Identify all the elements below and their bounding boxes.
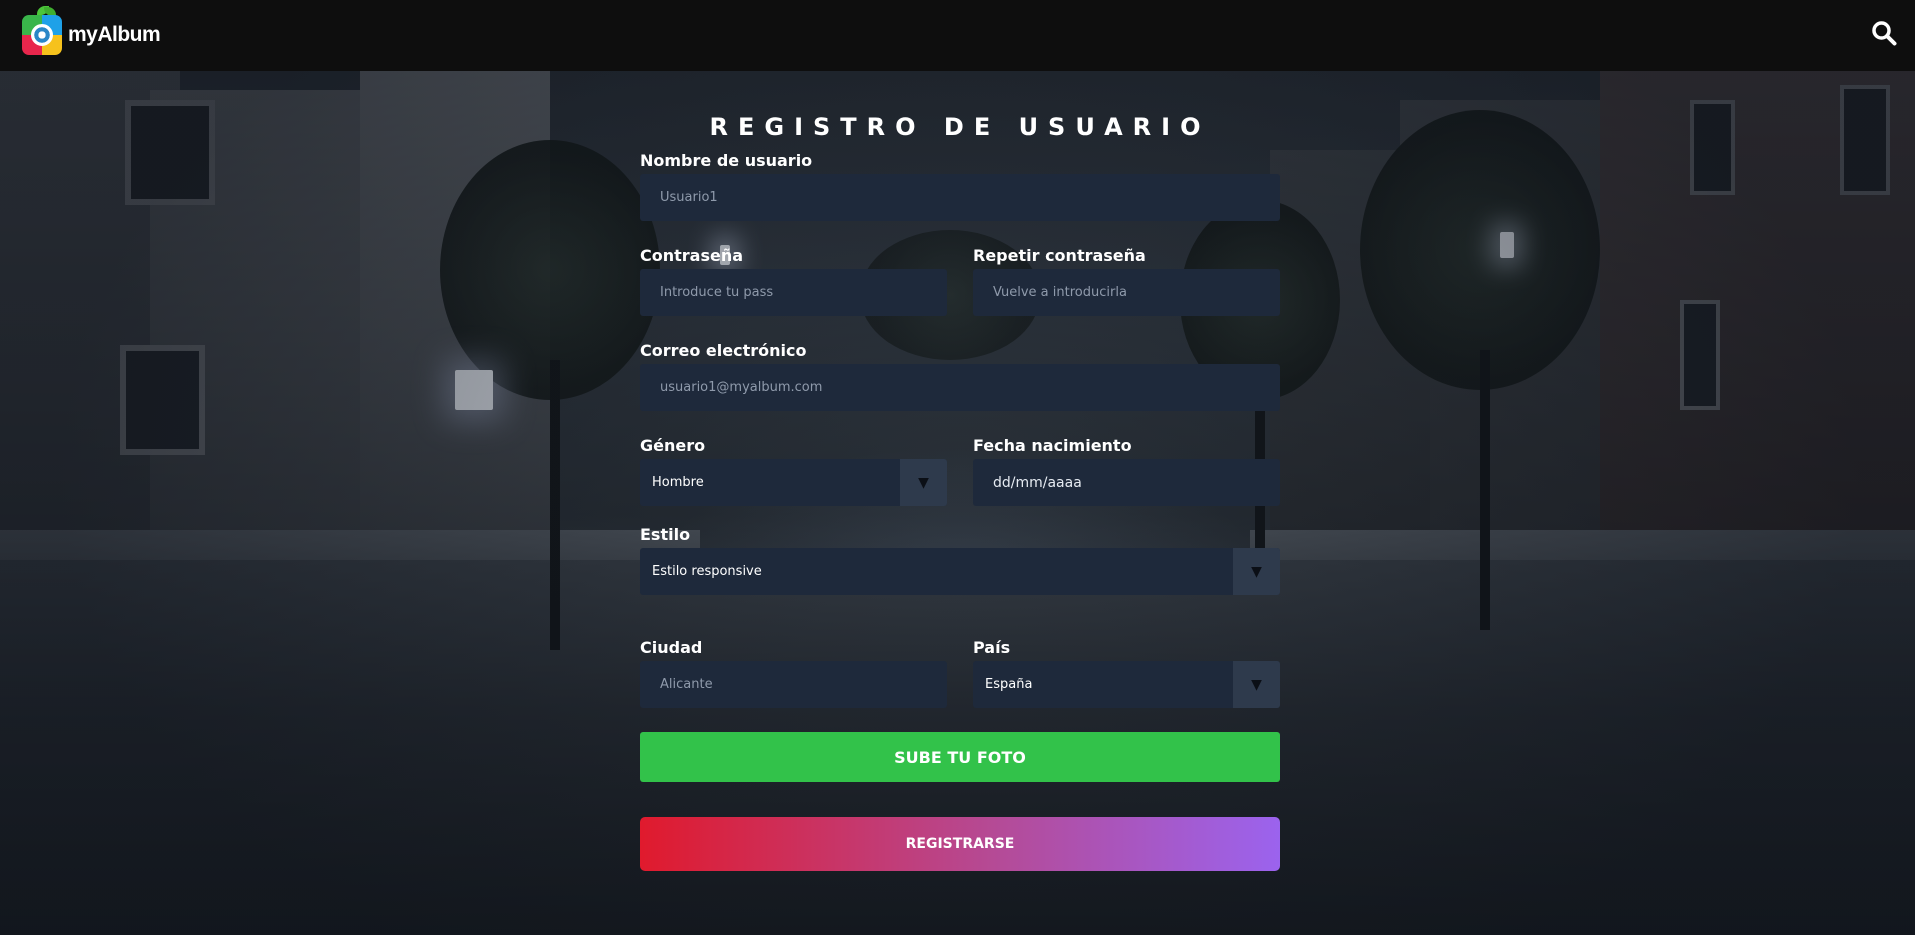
city-label: Ciudad xyxy=(640,638,703,657)
country-selected-value: España xyxy=(985,677,1033,692)
username-input[interactable] xyxy=(640,174,1280,221)
brand-logo[interactable]: myAlbum xyxy=(22,6,161,58)
repeat-password-input[interactable] xyxy=(973,269,1280,316)
search-button[interactable] xyxy=(1871,20,1897,46)
country-select[interactable]: España ▼ xyxy=(973,661,1280,708)
style-selected-value: Estilo responsive xyxy=(652,564,762,579)
top-navigation-bar: myAlbum xyxy=(0,0,1915,71)
gender-label: Género xyxy=(640,436,706,455)
dropdown-arrow-icon: ▼ xyxy=(900,459,947,506)
password-label: Contraseña xyxy=(640,246,744,265)
registration-form: REGISTRO DE USUARIO Nombre de usuario Co… xyxy=(640,108,1280,871)
style-select[interactable]: Estilo responsive ▼ xyxy=(640,548,1280,595)
style-label: Estilo xyxy=(640,525,691,544)
gender-selected-value: Hombre xyxy=(652,475,704,490)
birthdate-label: Fecha nacimiento xyxy=(973,436,1132,455)
page-title: REGISTRO DE USUARIO xyxy=(709,113,1211,141)
dropdown-arrow-icon: ▼ xyxy=(1233,661,1280,708)
register-button[interactable]: REGISTRARSE xyxy=(640,817,1280,871)
city-input[interactable] xyxy=(640,661,947,708)
username-label: Nombre de usuario xyxy=(640,151,813,170)
dropdown-arrow-icon: ▼ xyxy=(1233,548,1280,595)
repeat-password-label: Repetir contraseña xyxy=(973,246,1146,265)
search-icon xyxy=(1872,21,1897,46)
upload-photo-button[interactable]: SUBE TU FOTO xyxy=(640,732,1280,782)
password-input[interactable] xyxy=(640,269,947,316)
camera-logo-icon xyxy=(22,6,62,58)
birthdate-input[interactable]: dd/mm/aaaa xyxy=(973,459,1280,506)
brand-name: myAlbum xyxy=(68,23,161,46)
email-label: Correo electrónico xyxy=(640,341,807,360)
email-input[interactable] xyxy=(640,364,1280,411)
birthdate-value: dd/mm/aaaa xyxy=(993,474,1082,491)
country-label: País xyxy=(973,638,1011,657)
gender-select[interactable]: Hombre ▼ xyxy=(640,459,947,506)
